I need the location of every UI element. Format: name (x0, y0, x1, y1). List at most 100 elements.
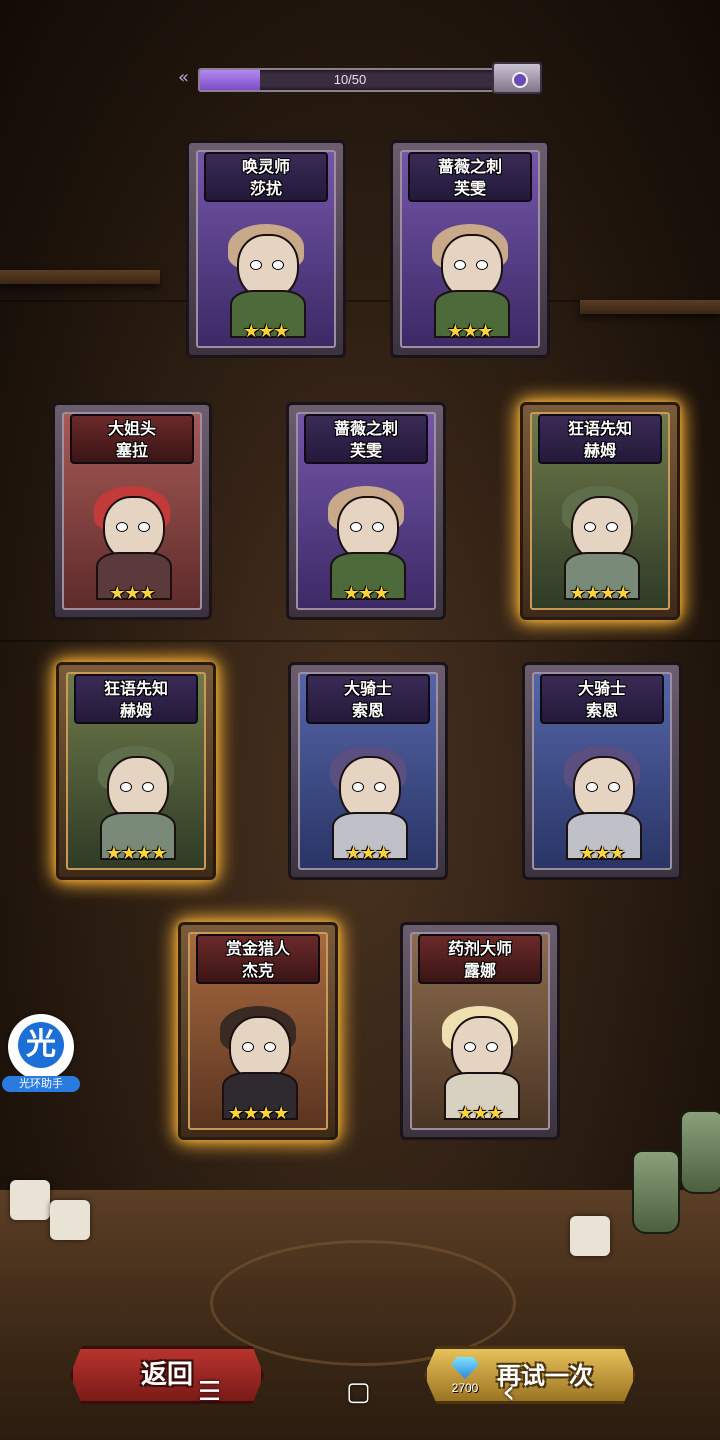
hero-card[interactable]: 蔷薇之刺 芙雯 ★★★ (390, 140, 550, 358)
hero-name-banner: 狂语先知 赫姆 (538, 414, 662, 464)
candle (50, 1200, 90, 1240)
hero-eye (250, 260, 262, 270)
hero-portrait (560, 482, 640, 600)
hero-name-banner: 大骑士 索恩 (306, 674, 430, 724)
star-rating: ★★★ (447, 321, 493, 342)
hero-eye (606, 522, 618, 532)
hero-name-banner: 蔷薇之刺 芙雯 (408, 152, 532, 202)
hero-eye (584, 522, 596, 532)
hero-eye (272, 260, 284, 270)
star-rating: ★★★ (243, 321, 289, 342)
star-rating: ★★★★ (105, 843, 168, 864)
hero-eye (242, 1042, 254, 1052)
hero-name: 露娜 (463, 961, 496, 980)
hero-portrait (328, 742, 408, 860)
hero-portrait (430, 220, 510, 338)
hero-eye (352, 782, 364, 792)
star-rating: ★★★★ (227, 1103, 290, 1124)
hero-name: 芙雯 (349, 441, 382, 460)
hero-title: 狂语先知 (567, 419, 632, 438)
hero-eye (350, 522, 362, 532)
hero-eye (120, 782, 132, 792)
hero-title: 大姐头 (107, 419, 156, 438)
candle (10, 1180, 50, 1220)
hero-portrait (218, 1002, 298, 1120)
hero-name: 索恩 (585, 701, 618, 720)
retry-button[interactable]: 2700 再试一次 (424, 1346, 636, 1404)
hero-name-banner: 蔷薇之刺 芙雯 (304, 414, 428, 464)
hero-eye (138, 522, 150, 532)
star-rating: ★★★ (579, 843, 625, 864)
hero-card[interactable]: 狂语先知 赫姆 ★★★★ (520, 402, 680, 620)
hero-eye (264, 1042, 276, 1052)
shelf (580, 300, 720, 314)
hero-portrait (92, 482, 172, 600)
wall-plank (0, 640, 720, 642)
hero-name: 塞拉 (115, 441, 148, 460)
halo-assistant-button[interactable]: 光 光环助手 (2, 1014, 80, 1094)
hero-title: 大骑士 (343, 679, 392, 698)
hero-name-banner: 唤灵师 莎扰 (204, 152, 328, 202)
hero-portrait (96, 742, 176, 860)
hero-name-banner: 赏金猎人 杰克 (196, 934, 320, 984)
hero-eye (116, 522, 128, 532)
star-rating: ★★★ (345, 843, 391, 864)
hero-card[interactable]: 大骑士 索恩 ★★★ (522, 662, 682, 880)
hero-portrait (562, 742, 642, 860)
hero-card[interactable]: 唤灵师 莎扰 ★★★ (186, 140, 346, 358)
hero-eye (476, 260, 488, 270)
hero-card[interactable]: 药剂大师 露娜 ★★★ (400, 922, 560, 1140)
hero-card[interactable]: 蔷薇之刺 芙雯 ★★★ (286, 402, 446, 620)
hero-title: 大骑士 (577, 679, 626, 698)
star-rating: ★★★ (109, 583, 155, 604)
bottle (632, 1150, 680, 1234)
retry-cost: 2700 (451, 1381, 479, 1395)
nav-back-icon[interactable]: ‹ (502, 1375, 516, 1409)
hero-name: 杰克 (241, 961, 274, 980)
halo-assistant-label: 光环助手 (2, 1076, 80, 1092)
hero-title: 蔷薇之刺 (437, 157, 502, 176)
hero-name: 赫姆 (119, 701, 152, 720)
hero-card[interactable]: 狂语先知 赫姆 ★★★★ (56, 662, 216, 880)
progress-track: 10/50 (198, 68, 502, 92)
shelf (0, 270, 160, 284)
hero-name-banner: 狂语先知 赫姆 (74, 674, 198, 724)
hero-title: 狂语先知 (103, 679, 168, 698)
home-icon[interactable]: ▢ (346, 1378, 371, 1406)
hero-name-banner: 药剂大师 露娜 (418, 934, 542, 984)
bottle (680, 1110, 720, 1194)
hero-name: 索恩 (351, 701, 384, 720)
hero-card[interactable]: 赏金猎人 杰克 ★★★★ (178, 922, 338, 1140)
hero-eye (586, 782, 598, 792)
hero-portrait (326, 482, 406, 600)
hero-eye (142, 782, 154, 792)
hero-name-banner: 大骑士 索恩 (540, 674, 664, 724)
hero-eye (372, 522, 384, 532)
reward-chest-icon[interactable] (492, 62, 542, 94)
hero-eye (374, 782, 386, 792)
candle (570, 1216, 610, 1256)
hero-title: 赏金猎人 (225, 939, 290, 958)
back-button[interactable]: 返回 (70, 1346, 264, 1404)
hero-name: 赫姆 (583, 441, 616, 460)
hero-title: 蔷薇之刺 (333, 419, 398, 438)
hero-card[interactable]: 大姐头 塞拉 ★★★ (52, 402, 212, 620)
hero-title: 药剂大师 (447, 939, 512, 958)
hero-title: 唤灵师 (241, 157, 290, 176)
hero-eye (608, 782, 620, 792)
hero-name-banner: 大姐头 塞拉 (70, 414, 194, 464)
star-rating: ★★★ (343, 583, 389, 604)
hero-card[interactable]: 大骑士 索恩 ★★★ (288, 662, 448, 880)
hero-name: 芙雯 (453, 179, 486, 198)
menu-icon[interactable]: ☰ (198, 1378, 221, 1406)
back-button-label: 返回 (140, 1360, 193, 1390)
summon-progress: « 10/50 (178, 62, 546, 94)
hero-eye (464, 1042, 476, 1052)
progress-text: 10/50 (333, 72, 367, 87)
hero-eye (454, 260, 466, 270)
gem-icon (451, 1357, 479, 1379)
hero-portrait (440, 1002, 520, 1120)
hero-portrait (226, 220, 306, 338)
hero-name: 莎扰 (249, 179, 282, 198)
halo-assistant-icon: 光 (8, 1014, 74, 1080)
